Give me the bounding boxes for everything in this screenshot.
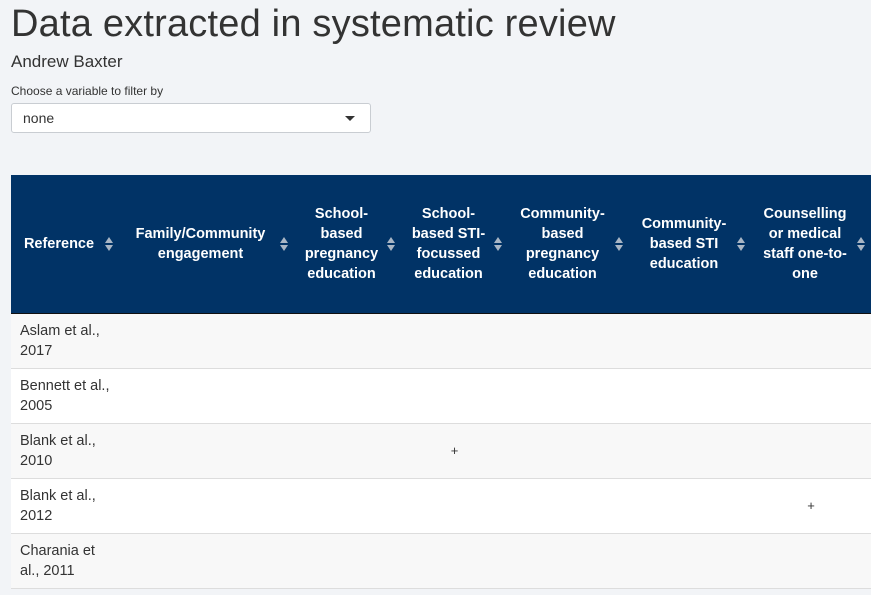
table-cell bbox=[751, 368, 871, 424]
column-header-label: Family/Community engagement bbox=[135, 225, 266, 262]
table-cell bbox=[751, 313, 871, 369]
sort-icon[interactable] bbox=[857, 236, 865, 251]
table-cell bbox=[119, 423, 294, 479]
table-cell: + bbox=[401, 423, 508, 479]
column-header-label: Reference bbox=[23, 235, 95, 252]
table-cell bbox=[751, 423, 871, 479]
column-header-label: Community-based STI education bbox=[641, 215, 727, 272]
table-header-row: Reference Family/Community engagement Sc… bbox=[11, 175, 871, 314]
page-title: Data extracted in systematic review bbox=[11, 3, 616, 45]
column-header-family-community[interactable]: Family/Community engagement bbox=[119, 175, 294, 314]
sort-icon[interactable] bbox=[494, 236, 502, 251]
table-cell bbox=[401, 368, 508, 424]
table-cell bbox=[751, 533, 871, 589]
reference-cell: Bennett et al., 2005 bbox=[11, 368, 119, 424]
data-table-container[interactable]: Reference Family/Community engagement Sc… bbox=[11, 175, 871, 595]
data-table: Reference Family/Community engagement Sc… bbox=[11, 175, 871, 589]
column-header-label: School-based pregnancy education bbox=[304, 205, 379, 282]
filter-label: Choose a variable to filter by bbox=[11, 84, 164, 98]
table-row[interactable]: Aslam et al., 2017 bbox=[11, 313, 871, 369]
table-cell bbox=[629, 478, 751, 534]
table-cell bbox=[119, 478, 294, 534]
table-cell bbox=[629, 533, 751, 589]
table-cell bbox=[508, 478, 629, 534]
table-cell bbox=[401, 533, 508, 589]
filter-select-value: none bbox=[23, 110, 55, 126]
reference-cell: Aslam et al., 2017 bbox=[11, 313, 119, 369]
reference-cell: Charania et al., 2011 bbox=[11, 533, 119, 589]
table-cell bbox=[629, 423, 751, 479]
sort-icon[interactable] bbox=[105, 236, 113, 251]
table-cell bbox=[294, 313, 401, 369]
reference-cell: Blank et al., 2012 bbox=[11, 478, 119, 534]
table-cell bbox=[629, 368, 751, 424]
sort-icon[interactable] bbox=[387, 236, 395, 251]
column-header-label: Community-based pregnancy education bbox=[520, 205, 605, 282]
column-header-school-pregnancy[interactable]: School-based pregnancy education bbox=[294, 175, 401, 314]
table-row[interactable]: Blank et al., 2010 + bbox=[11, 423, 871, 479]
author-name: Andrew Baxter bbox=[11, 52, 123, 71]
table-cell bbox=[294, 368, 401, 424]
table-cell bbox=[508, 423, 629, 479]
column-header-school-sti[interactable]: School-based STI-focussed education bbox=[401, 175, 508, 314]
table-cell bbox=[294, 423, 401, 479]
sort-icon[interactable] bbox=[615, 236, 623, 251]
column-header-counselling[interactable]: Counselling or medical staff one-to-one bbox=[751, 175, 871, 314]
table-cell bbox=[119, 313, 294, 369]
chevron-down-icon[interactable] bbox=[345, 116, 355, 121]
table-row[interactable]: Bennett et al., 2005 bbox=[11, 368, 871, 424]
table-cell bbox=[508, 368, 629, 424]
table-cell bbox=[401, 478, 508, 534]
table-cell bbox=[119, 368, 294, 424]
reference-cell: Blank et al., 2010 bbox=[11, 423, 119, 479]
table-cell bbox=[119, 533, 294, 589]
table-cell bbox=[629, 313, 751, 369]
sort-icon[interactable] bbox=[737, 236, 745, 251]
column-header-label: Counselling or medical staff one-to-one bbox=[763, 205, 847, 282]
column-header-label: School-based STI-focussed education bbox=[411, 205, 486, 282]
table-cell: + bbox=[751, 478, 871, 534]
table-row[interactable]: Charania et al., 2011 bbox=[11, 533, 871, 589]
table-cell bbox=[294, 478, 401, 534]
table-cell bbox=[401, 313, 508, 369]
table-cell bbox=[508, 533, 629, 589]
page: Data extracted in systematic review Andr… bbox=[0, 0, 871, 595]
table-cell bbox=[508, 313, 629, 369]
table-row[interactable]: Blank et al., 2012 + bbox=[11, 478, 871, 534]
column-header-reference[interactable]: Reference bbox=[11, 175, 119, 314]
column-header-community-sti[interactable]: Community-based STI education bbox=[629, 175, 751, 314]
filter-select[interactable]: none bbox=[11, 103, 371, 133]
table-cell bbox=[294, 533, 401, 589]
column-header-community-pregnancy[interactable]: Community-based pregnancy education bbox=[508, 175, 629, 314]
sort-icon[interactable] bbox=[280, 236, 288, 251]
